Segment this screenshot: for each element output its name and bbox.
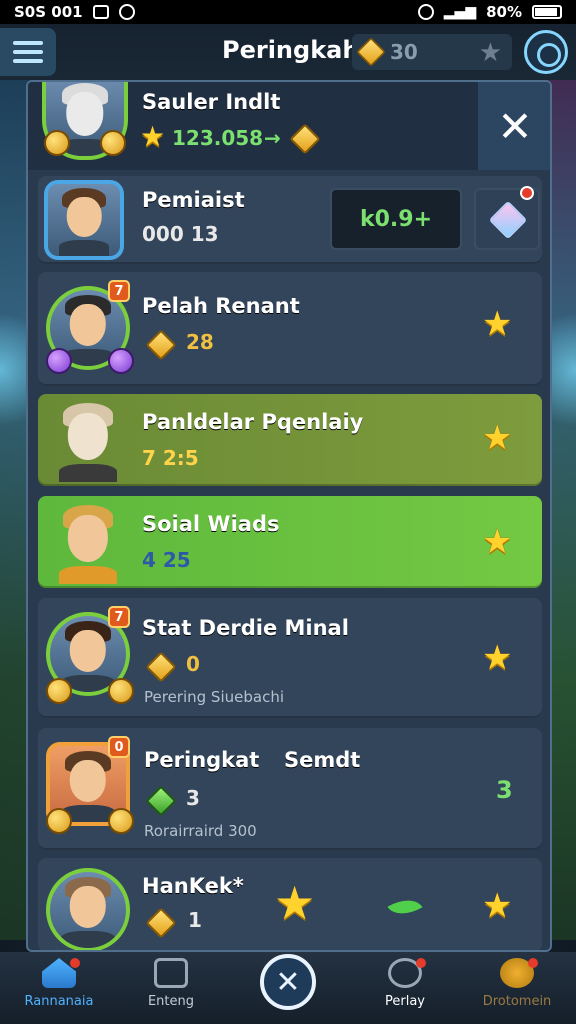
star-icon: ★ bbox=[140, 120, 166, 153]
player-name: Sauler Indlt bbox=[142, 90, 281, 114]
player-name: Stat Derdie Minal bbox=[142, 616, 349, 640]
player-avatar bbox=[46, 868, 130, 950]
bottom-nav: Rannanaia Enteng ✕ Perlay Drotomein bbox=[0, 952, 576, 1024]
player-caption: Rorairraird 300 bbox=[144, 822, 257, 840]
notification-dot bbox=[520, 186, 534, 200]
battery-icon bbox=[532, 5, 562, 19]
medal-icon bbox=[44, 130, 70, 156]
notification-icon bbox=[92, 5, 109, 19]
nav-events[interactable]: Enteng bbox=[116, 958, 226, 1009]
medal-icon bbox=[100, 130, 126, 156]
leaderboard-row[interactable]: 7 Stat Derdie Minal 0 Perering Siuebachi… bbox=[38, 598, 542, 718]
page-title: Peringkah bbox=[222, 36, 360, 64]
player-name: Soial Wiads bbox=[142, 512, 280, 536]
big-star-icon: ★ bbox=[274, 876, 316, 930]
player-name-suffix: Semdt bbox=[284, 748, 361, 772]
player-name: Pelah Renant bbox=[142, 294, 300, 318]
medal-icon bbox=[108, 348, 134, 374]
alarm-icon bbox=[417, 4, 434, 20]
player-name: Peringkat bbox=[144, 748, 260, 772]
battery-percent: 80% bbox=[486, 3, 522, 21]
leaderboard-row[interactable]: Soial Wiads 4 25 ★ bbox=[38, 496, 542, 588]
star-icon: ★ bbox=[482, 638, 513, 678]
arrow-icon: → bbox=[264, 126, 281, 150]
notification-dot bbox=[416, 958, 426, 968]
gold-cube-icon bbox=[145, 651, 177, 683]
rank-badge: 7 bbox=[108, 606, 130, 628]
close-center-button[interactable]: ✕ bbox=[260, 954, 316, 1010]
player-stat: 000 13 bbox=[142, 222, 219, 246]
medal-icon bbox=[108, 808, 134, 834]
app-notification-icon bbox=[118, 4, 135, 20]
medal-icon bbox=[46, 678, 72, 704]
star-icon: ★ bbox=[482, 304, 513, 344]
hamburger-icon bbox=[13, 41, 43, 45]
notification-dot bbox=[528, 958, 538, 968]
leaderboard-row[interactable]: 0 Peringkat Semdt 3 Rorairraird 300 3 bbox=[38, 728, 542, 850]
gold-value: 30 bbox=[390, 40, 418, 64]
leaderboard-panel: Sauler Indlt ★ 123.058 → ✕ Pemiaist 000 … bbox=[26, 80, 552, 952]
nav-label: Drotomein bbox=[482, 994, 552, 1009]
player-avatar bbox=[46, 500, 130, 584]
wifi-icon: ▂▄▆ bbox=[443, 4, 477, 20]
gift-button[interactable] bbox=[474, 186, 540, 250]
player-name: Panldelar Pqenlaiy bbox=[142, 410, 364, 434]
player-stat: 4 25 bbox=[142, 548, 191, 572]
star-icon: ★ bbox=[478, 38, 502, 68]
medal-icon bbox=[108, 678, 134, 704]
medal-icon bbox=[46, 348, 72, 374]
notification-dot bbox=[70, 958, 80, 968]
player-score: 123.058 bbox=[172, 126, 264, 150]
bonus-button[interactable]: k0.9+ bbox=[330, 188, 462, 250]
nav-label: Enteng bbox=[147, 994, 195, 1009]
leaderboard-row[interactable]: HanKek* 1 ★ ★ bbox=[38, 858, 542, 950]
gold-cube-icon bbox=[289, 123, 321, 155]
nav-label: Rannanaia bbox=[24, 994, 94, 1009]
gold-currency[interactable]: 30 ★ bbox=[352, 34, 512, 70]
leaderboard-row[interactable]: Panldelar Pqenlaiy 7 2:5 ★ bbox=[38, 394, 542, 486]
nav-home[interactable]: Rannanaia bbox=[4, 958, 114, 1009]
ticket-icon bbox=[154, 958, 188, 988]
chat-button[interactable] bbox=[524, 30, 568, 74]
top-player-row[interactable]: Sauler Indlt ★ 123.058 → ✕ bbox=[28, 82, 550, 170]
player-name: Pemiaist bbox=[142, 188, 245, 212]
gold-cube-icon bbox=[356, 37, 386, 67]
medal-icon bbox=[46, 808, 72, 834]
leaderboard-row[interactable]: 7 Pelah Renant 28 ★ bbox=[38, 272, 542, 386]
status-time: S0S 001 bbox=[14, 3, 83, 21]
star-icon: ★ bbox=[482, 522, 513, 562]
menu-button[interactable] bbox=[0, 28, 56, 76]
nav-profile[interactable]: Perlay bbox=[350, 958, 460, 1009]
star-icon: ★ bbox=[482, 886, 513, 926]
player-name: HanKek* bbox=[142, 874, 244, 898]
gold-cube-icon bbox=[145, 329, 177, 361]
player-stat: 0 bbox=[186, 652, 200, 676]
player-count: 3 bbox=[496, 776, 513, 804]
header: Peringkah 30 ★ bbox=[0, 24, 576, 80]
rank-badge: 7 bbox=[108, 280, 130, 302]
player-stat: 3 bbox=[186, 786, 200, 810]
player-stat: 7 2:5 bbox=[142, 446, 199, 470]
green-gem-icon bbox=[145, 785, 177, 817]
player-stat: 1 bbox=[188, 908, 202, 932]
nav-label: Perlay bbox=[385, 994, 425, 1009]
player-caption: Perering Siuebachi bbox=[144, 688, 284, 706]
close-button[interactable]: ✕ bbox=[478, 82, 550, 170]
rank-badge: 0 bbox=[108, 736, 130, 758]
leaderboard-row[interactable]: Pemiaist 000 13 k0.9+ bbox=[38, 176, 542, 264]
status-bar: S0S 001 ▂▄▆ 80% bbox=[0, 0, 576, 24]
nav-rewards[interactable]: Drotomein bbox=[462, 958, 572, 1009]
player-stat: 28 bbox=[186, 330, 214, 354]
player-avatar bbox=[46, 398, 130, 482]
star-icon: ★ bbox=[482, 418, 513, 458]
gold-cube-icon bbox=[145, 907, 177, 939]
player-avatar bbox=[44, 180, 124, 260]
leaf-icon bbox=[387, 891, 423, 923]
gem-icon bbox=[488, 200, 528, 240]
